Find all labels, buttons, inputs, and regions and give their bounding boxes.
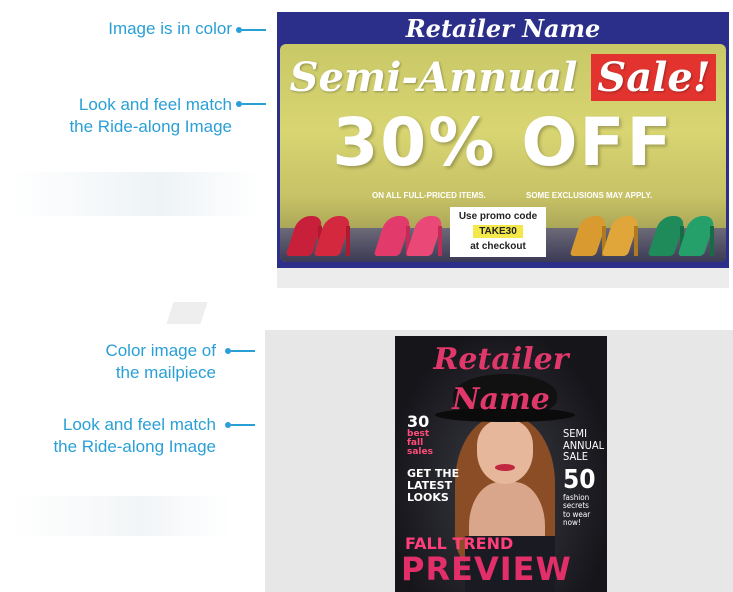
mag-right-number: 50 [563, 464, 596, 495]
mag-right-s4: now! [563, 518, 581, 528]
faded-ghost-text [10, 172, 260, 216]
mag-left-number: 30 [407, 412, 430, 431]
email-banner: Retailer Name Semi-Annual Sale! 30% OFF … [277, 12, 729, 268]
callout-look-feel-email: Look and feel match the Ride-along Image [30, 94, 232, 138]
model-lips [495, 464, 515, 471]
callout-color-mailpiece: Color image of the mailpiece [60, 340, 216, 384]
mag-right-block: SEMI ANNUAL SALE 50 fashion secrets to w… [563, 428, 604, 528]
email-shadow [277, 268, 729, 288]
callout-text-line2: the mailpiece [115, 363, 216, 382]
email-promo-box: Use promo code TAKE30 at checkout [450, 207, 546, 257]
shoe-orange [569, 216, 609, 256]
callout-text: Image is in color [108, 19, 232, 38]
shoe-pink [373, 216, 413, 256]
faded-ghost-text-lower [10, 496, 230, 536]
shoe-orange2 [601, 216, 641, 256]
mag-latest-block: GET THE LATEST LOOKS [407, 468, 459, 504]
promo-intro: Use promo code [458, 211, 538, 222]
callout-text-line1: Look and feel match [62, 415, 216, 434]
email-discount: 30% OFF [332, 104, 674, 181]
headline-sale: Sale! [591, 54, 717, 101]
email-headline: Semi-Annual Sale! [280, 54, 726, 101]
shoe-green [647, 216, 687, 256]
callout-text-line2: the Ride-along Image [69, 117, 232, 136]
shoe-red-left [285, 216, 325, 256]
mag-right1: SEMI [563, 427, 587, 440]
callout-line [242, 29, 266, 31]
magazine-retailer-name: Retailer Name [433, 342, 569, 417]
email-fine-left: ON ALL FULL-PRICED ITEMS. [372, 191, 486, 200]
mag-left-block: 30 best fall sales [407, 414, 433, 457]
callout-text-line2: the Ride-along Image [53, 437, 216, 456]
callout-text-line1: Color image of [105, 341, 216, 360]
callout-text-line1: Look and feel match [78, 95, 232, 114]
shoe-pink2 [405, 216, 445, 256]
mag-preview: PREVIEW [401, 550, 572, 588]
shoe-green2 [677, 216, 717, 256]
email-fine-right: SOME EXCLUSIONS MAY APPLY. [526, 191, 653, 200]
callout-line [231, 424, 255, 426]
magazine-cover: Retailer Name 30 best fall sales GET THE… [395, 336, 607, 592]
callout-line [231, 350, 255, 352]
decorative-stripe [166, 302, 208, 324]
mag-right3: SALE [563, 450, 589, 464]
callout-line [242, 103, 266, 105]
shoe-red-left2 [313, 216, 353, 256]
email-retailer-name: Retailer Name [405, 14, 601, 43]
promo-code: TAKE30 [473, 225, 523, 238]
mag-left-small3: sales [407, 447, 433, 457]
email-photo: Semi-Annual Sale! 30% OFF ON ALL FULL-PR… [280, 44, 726, 262]
callout-look-feel-mail: Look and feel match the Ride-along Image [10, 414, 216, 458]
model-face [477, 420, 533, 484]
headline-main: Semi-Annual [289, 54, 592, 101]
callout-image-in-color: Image is in color [60, 18, 232, 40]
promo-outro: at checkout [470, 241, 526, 252]
mag-latest3: LOOKS [407, 491, 449, 504]
